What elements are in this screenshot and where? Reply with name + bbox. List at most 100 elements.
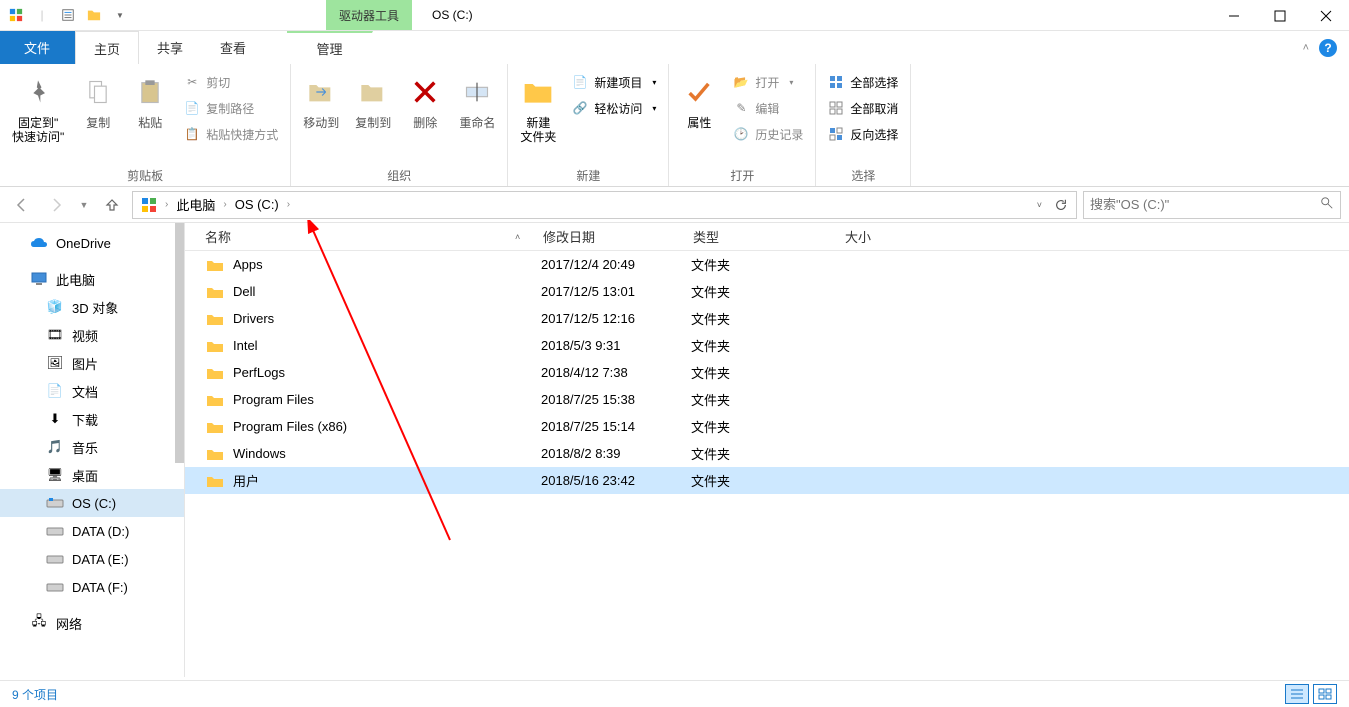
tree-item-music[interactable]: 🎵音乐 xyxy=(0,433,184,461)
contextual-tab-drive-tools[interactable]: 驱动器工具 xyxy=(326,0,412,30)
tree-item-drive-c[interactable]: OS (C:) xyxy=(0,489,184,517)
network-icon: 🖧 xyxy=(30,614,48,632)
minimize-button[interactable] xyxy=(1211,0,1257,31)
file-name: Windows xyxy=(233,446,533,461)
tree-item-pictures[interactable]: 🖼图片 xyxy=(0,349,184,377)
tree-item-drive-e[interactable]: DATA (E:) xyxy=(0,545,184,573)
tree-item-downloads[interactable]: ⬇下载 xyxy=(0,405,184,433)
new-folder-button[interactable]: 新建 文件夹 xyxy=(514,68,562,165)
file-row[interactable]: Program Files2018/7/25 15:38文件夹 xyxy=(185,386,1349,413)
new-item-button[interactable]: 📄新建项目▾ xyxy=(566,70,662,94)
forward-button[interactable] xyxy=(42,191,70,219)
easy-access-button[interactable]: 🔗轻松访问▾ xyxy=(566,96,662,120)
tab-view[interactable]: 查看 xyxy=(202,31,265,64)
ribbon-group-new: 新建 文件夹 📄新建项目▾ 🔗轻松访问▾ 新建 xyxy=(508,64,669,186)
documents-icon: 📄 xyxy=(46,382,64,400)
maximize-button[interactable] xyxy=(1257,0,1303,31)
invert-selection-button[interactable]: 反向选择 xyxy=(822,122,904,146)
properties-button[interactable]: 属性 xyxy=(675,68,723,165)
search-box[interactable] xyxy=(1083,191,1341,219)
details-view-button[interactable] xyxy=(1285,684,1309,704)
copy-to-button[interactable]: 复制到 xyxy=(349,68,397,165)
cut-button[interactable]: ✂剪切 xyxy=(178,70,284,94)
system-icon[interactable] xyxy=(4,3,28,27)
quick-access-toolbar: | ▼ xyxy=(0,0,136,30)
paste-shortcut-button[interactable]: 📋粘贴快捷方式 xyxy=(178,122,284,146)
help-icon[interactable]: ? xyxy=(1319,39,1337,57)
tree-item-drive-d[interactable]: DATA (D:) xyxy=(0,517,184,545)
file-row[interactable]: Intel2018/5/3 9:31文件夹 xyxy=(185,332,1349,359)
refresh-button[interactable] xyxy=(1048,192,1074,218)
edit-button[interactable]: ✎编辑 xyxy=(727,96,809,120)
column-size[interactable]: 大小 xyxy=(837,227,937,246)
rename-icon xyxy=(459,72,495,112)
recent-locations-button[interactable]: ▼ xyxy=(76,191,92,219)
select-all-button[interactable]: 全部选择 xyxy=(822,70,904,94)
copy-path-button[interactable]: 📄复制路径 xyxy=(178,96,284,120)
videos-icon: 🎞 xyxy=(46,326,64,344)
chevron-right-icon[interactable]: › xyxy=(221,199,228,210)
new-folder-icon[interactable] xyxy=(82,3,106,27)
search-icon[interactable] xyxy=(1320,196,1334,213)
breadcrumb[interactable]: › 此电脑 › OS (C:) › ˅ xyxy=(132,191,1077,219)
qat-dropdown-icon[interactable]: ▼ xyxy=(108,3,132,27)
column-date[interactable]: 修改日期 xyxy=(535,227,685,246)
breadcrumb-dropdown-icon[interactable]: ˅ xyxy=(1031,192,1048,218)
file-date: 2018/7/25 15:14 xyxy=(533,419,683,434)
file-row[interactable]: Apps2017/12/4 20:49文件夹 xyxy=(185,251,1349,278)
tab-home[interactable]: 主页 xyxy=(75,31,139,64)
paste-shortcut-icon: 📋 xyxy=(184,126,200,142)
collapse-ribbon-icon[interactable]: ˄ xyxy=(1303,42,1309,54)
tree-item-network[interactable]: 🖧网络 xyxy=(0,609,184,637)
history-button[interactable]: 🕑历史记录 xyxy=(727,122,809,146)
breadcrumb-root-icon[interactable] xyxy=(135,192,163,218)
paste-button[interactable]: 粘贴 xyxy=(126,68,174,165)
search-input[interactable] xyxy=(1090,197,1320,212)
tree-item-drive-f[interactable]: DATA (F:) xyxy=(0,573,184,601)
file-type: 文件夹 xyxy=(683,390,835,409)
delete-button[interactable]: 删除 xyxy=(401,68,449,165)
rename-button[interactable]: 重命名 xyxy=(453,68,501,165)
tree-item-videos[interactable]: 🎞视频 xyxy=(0,321,184,349)
file-date: 2018/5/16 23:42 xyxy=(533,473,683,488)
copy-button[interactable]: 复制 xyxy=(74,68,122,165)
close-button[interactable] xyxy=(1303,0,1349,31)
file-date: 2018/7/25 15:38 xyxy=(533,392,683,407)
properties-icon[interactable] xyxy=(56,3,80,27)
open-icon: 📂 xyxy=(733,74,749,90)
tree-item-onedrive[interactable]: OneDrive xyxy=(0,229,184,257)
tree-item-thispc[interactable]: 此电脑 xyxy=(0,265,184,293)
chevron-right-icon[interactable]: › xyxy=(285,199,292,210)
file-row[interactable]: Drivers2017/12/5 12:16文件夹 xyxy=(185,305,1349,332)
group-label-clipboard: 剪贴板 xyxy=(6,165,284,184)
nav-scrollbar[interactable] xyxy=(175,223,184,463)
file-row[interactable]: PerfLogs2018/4/12 7:38文件夹 xyxy=(185,359,1349,386)
breadcrumb-this-pc[interactable]: 此电脑 xyxy=(170,192,221,218)
tree-item-3dobjects[interactable]: 🧊3D 对象 xyxy=(0,293,184,321)
file-type: 文件夹 xyxy=(683,417,835,436)
file-row[interactable]: Dell2017/12/5 13:01文件夹 xyxy=(185,278,1349,305)
open-button[interactable]: 📂打开▾ xyxy=(727,70,809,94)
tab-file[interactable]: 文件 xyxy=(0,31,75,64)
up-button[interactable] xyxy=(98,191,126,219)
select-all-icon xyxy=(828,74,844,90)
back-button[interactable] xyxy=(8,191,36,219)
file-type: 文件夹 xyxy=(683,309,835,328)
group-label-organize: 组织 xyxy=(297,165,501,184)
tab-manage[interactable]: 管理 xyxy=(287,31,373,64)
breadcrumb-drive[interactable]: OS (C:) xyxy=(229,192,285,218)
chevron-right-icon[interactable]: › xyxy=(163,199,170,210)
select-none-button[interactable]: 全部取消 xyxy=(822,96,904,120)
file-row[interactable]: Program Files (x86)2018/7/25 15:14文件夹 xyxy=(185,413,1349,440)
column-type[interactable]: 类型 xyxy=(685,227,837,246)
large-icons-view-button[interactable] xyxy=(1313,684,1337,704)
tab-share[interactable]: 共享 xyxy=(139,31,202,64)
move-to-button[interactable]: 移动到 xyxy=(297,68,345,165)
file-row[interactable]: Windows2018/8/2 8:39文件夹 xyxy=(185,440,1349,467)
pin-to-quick-access-button[interactable]: 固定到" 快速访问" xyxy=(6,68,70,165)
file-row[interactable]: 用户2018/5/16 23:42文件夹 xyxy=(185,467,1349,494)
tree-item-documents[interactable]: 📄文档 xyxy=(0,377,184,405)
tree-item-desktop[interactable]: 🖥桌面 xyxy=(0,461,184,489)
column-name[interactable]: 名称 xyxy=(185,227,515,246)
file-type: 文件夹 xyxy=(683,363,835,382)
